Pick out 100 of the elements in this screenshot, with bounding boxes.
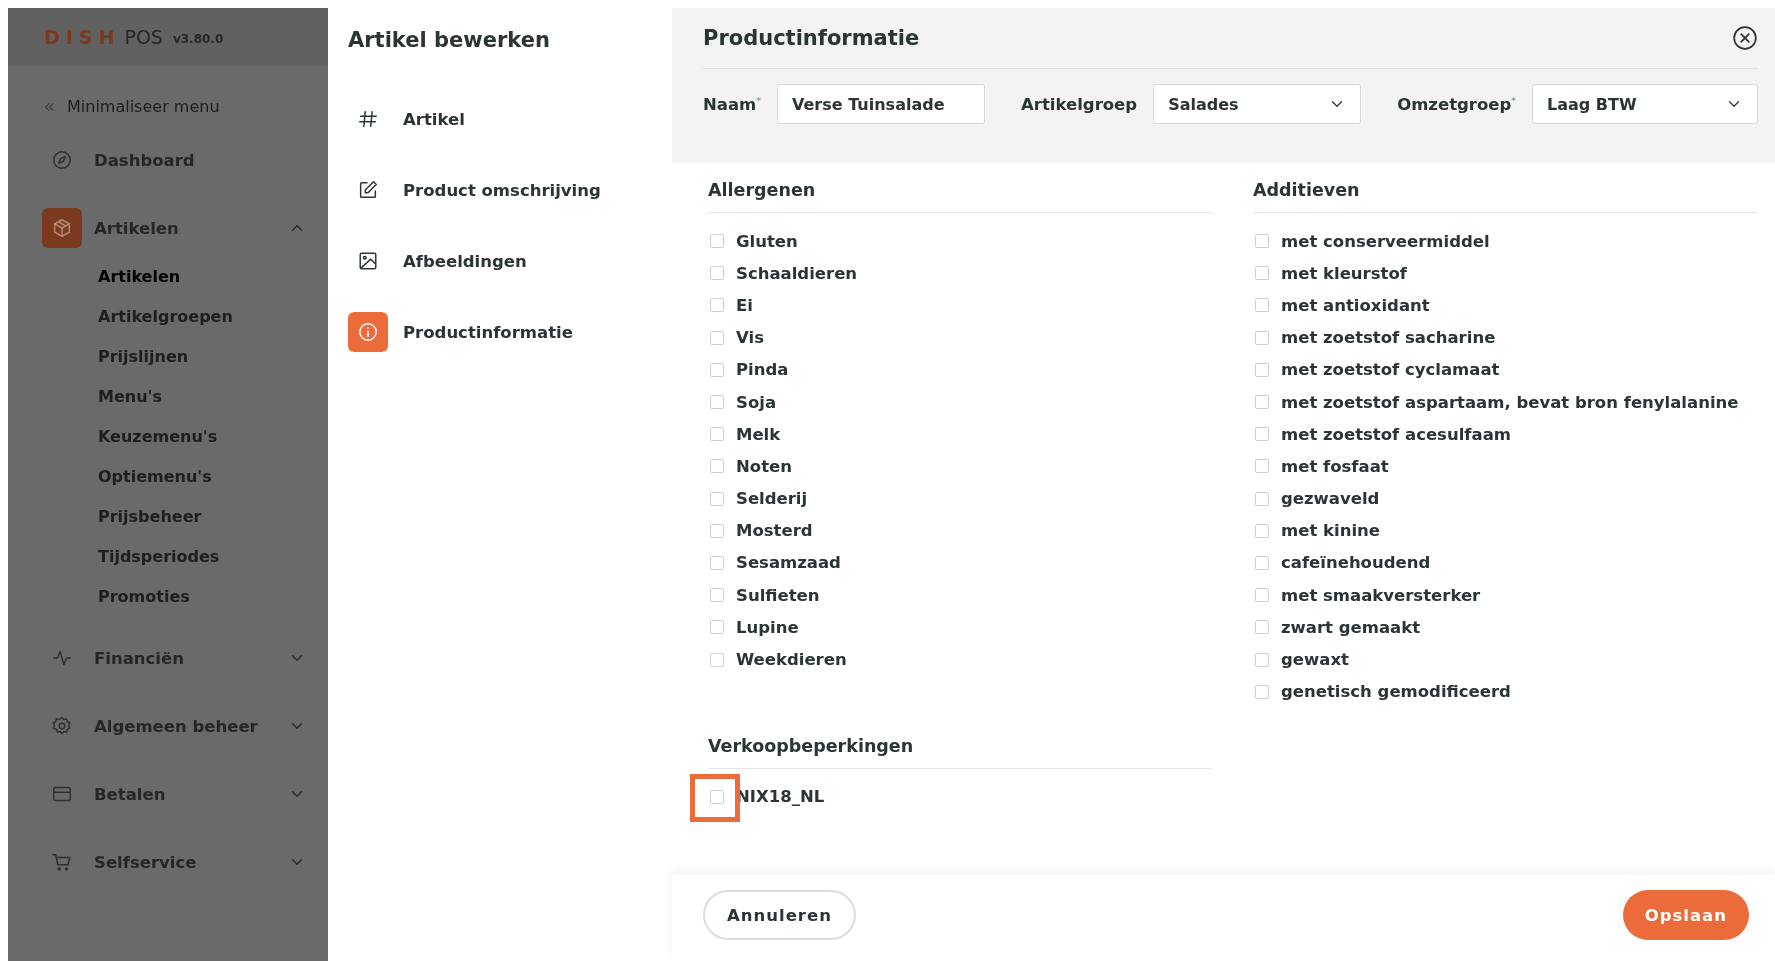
version-label: v3.80.0 bbox=[172, 32, 224, 46]
checkbox[interactable] bbox=[710, 588, 724, 603]
section-heading: Allergenen bbox=[708, 180, 1212, 213]
checkbox[interactable] bbox=[710, 620, 724, 635]
select-dropdown[interactable]: Salades bbox=[1153, 84, 1362, 124]
checkbox-label: Pinda bbox=[736, 360, 789, 380]
cart-icon bbox=[51, 851, 73, 873]
sidebar-item[interactable]: Betalen bbox=[42, 774, 306, 814]
checkbox-label: met fosfaat bbox=[1281, 456, 1389, 476]
checkbox-label: met kinine bbox=[1281, 521, 1380, 541]
save-button[interactable]: Opslaan bbox=[1622, 890, 1749, 940]
brand-name: DISH bbox=[44, 26, 121, 48]
checkbox[interactable] bbox=[1255, 684, 1269, 699]
checkbox[interactable] bbox=[710, 652, 724, 667]
checkbox-label: Weekdieren bbox=[736, 650, 847, 670]
checkbox-label: Sesamzaad bbox=[736, 553, 841, 573]
sidebar-item[interactable]: Selfservice bbox=[42, 842, 306, 882]
section-heading: Additieven bbox=[1253, 180, 1757, 213]
checkbox[interactable] bbox=[710, 459, 724, 474]
close-button[interactable] bbox=[1732, 25, 1758, 51]
checkbox-label: gewaxt bbox=[1281, 650, 1349, 670]
checkbox[interactable] bbox=[1255, 555, 1269, 570]
checkbox[interactable] bbox=[1255, 523, 1269, 538]
checkbox-label: met antioxidant bbox=[1281, 295, 1430, 315]
checkbox[interactable] bbox=[710, 491, 724, 506]
section-tab[interactable]: Product omschrijving bbox=[348, 170, 652, 210]
checkbox[interactable] bbox=[1255, 266, 1269, 281]
checkbox[interactable] bbox=[1255, 234, 1269, 249]
checkbox[interactable] bbox=[710, 298, 724, 313]
checkbox-label: zwart gemaakt bbox=[1281, 617, 1421, 637]
checkbox-label: Soja bbox=[736, 392, 776, 412]
checkbox[interactable] bbox=[1255, 395, 1269, 410]
checkbox[interactable] bbox=[1255, 620, 1269, 635]
checkbox[interactable] bbox=[1255, 491, 1269, 506]
field-label: Naam$^{*}$ bbox=[703, 94, 761, 114]
edit-icon bbox=[357, 179, 379, 201]
checkbox-label: met smaakversterker bbox=[1281, 585, 1481, 605]
checkbox-label: Selderij bbox=[736, 489, 808, 509]
checkbox[interactable] bbox=[1255, 652, 1269, 667]
select-dropdown[interactable]: Laag BTW bbox=[1532, 84, 1758, 124]
checkbox[interactable] bbox=[1255, 588, 1269, 603]
section-tab[interactable]: Artikel bbox=[348, 99, 652, 139]
section-tab[interactable]: Productinformatie bbox=[348, 312, 652, 352]
checkbox-label: Vis bbox=[736, 328, 764, 348]
field-label: Artikelgroep bbox=[1021, 94, 1138, 114]
field-label: Omzetgroep$^{*}$ bbox=[1397, 94, 1517, 114]
panel-title: Productinformatie bbox=[703, 26, 920, 50]
checkbox[interactable] bbox=[1255, 330, 1269, 345]
checkbox[interactable] bbox=[710, 555, 724, 570]
submenu-item[interactable]: Artikelgroepen bbox=[98, 296, 328, 336]
cancel-button[interactable]: Annuleren bbox=[703, 890, 856, 940]
gear-icon bbox=[51, 715, 73, 737]
checkbox[interactable] bbox=[710, 789, 724, 804]
checkbox[interactable] bbox=[710, 395, 724, 410]
checkbox[interactable] bbox=[710, 266, 724, 281]
checkbox[interactable] bbox=[710, 427, 724, 442]
checkbox-label: Sulfieten bbox=[736, 585, 820, 605]
checkbox-label: Lupine bbox=[736, 617, 799, 637]
checkbox[interactable] bbox=[710, 523, 724, 538]
submenu-item[interactable]: Promoties bbox=[98, 576, 328, 616]
submenu-item[interactable]: Artikelen bbox=[98, 256, 328, 296]
checkbox[interactable] bbox=[1255, 298, 1269, 313]
sidebar-item[interactable]: Algemeen beheer bbox=[42, 706, 306, 746]
compass-icon bbox=[51, 149, 73, 171]
sidebar-item[interactable]: Financiën bbox=[42, 638, 306, 678]
submenu-item[interactable]: Optiemenu's bbox=[98, 456, 328, 496]
checkbox[interactable] bbox=[1255, 362, 1269, 377]
checkbox-label: gezwaveld bbox=[1281, 489, 1380, 509]
close-icon bbox=[1732, 25, 1758, 51]
submenu-item[interactable]: Prijsbeheer bbox=[98, 496, 328, 536]
sidebar-item[interactable]: Artikelen bbox=[42, 208, 306, 248]
checkbox[interactable] bbox=[710, 362, 724, 377]
checkbox-label: met zoetstof acesulfaam bbox=[1281, 424, 1511, 444]
checkbox-label: met zoetstof cyclamaat bbox=[1281, 360, 1500, 380]
submenu-item[interactable]: Tijdsperiodes bbox=[98, 536, 328, 576]
editor-title: Artikel bewerken bbox=[348, 28, 551, 54]
hash-icon bbox=[357, 108, 379, 130]
minimize-menu-link[interactable]: Minimaliseer menu bbox=[67, 97, 220, 116]
sidebar-item[interactable]: Dashboard bbox=[42, 140, 306, 180]
checkbox-label: Mosterd bbox=[736, 521, 813, 541]
section-heading: Verkoopbeperkingen bbox=[708, 735, 1212, 769]
box-icon bbox=[51, 217, 73, 239]
checkbox[interactable] bbox=[1255, 459, 1269, 474]
product-name: POS bbox=[124, 26, 163, 48]
checkbox-label: Noten bbox=[736, 456, 792, 476]
checkbox-label: Ei bbox=[736, 295, 753, 315]
submenu-item[interactable]: Menu's bbox=[98, 376, 328, 416]
image-icon bbox=[357, 250, 379, 272]
checkbox-label: met kleurstof bbox=[1281, 263, 1407, 283]
checkbox-label: met conserveermiddel bbox=[1281, 231, 1490, 251]
checkbox-label: Melk bbox=[736, 424, 781, 444]
checkbox[interactable] bbox=[1255, 427, 1269, 442]
checkbox[interactable] bbox=[710, 330, 724, 345]
section-tab[interactable]: Afbeeldingen bbox=[348, 241, 652, 281]
name-input[interactable]: Verse Tuinsalade bbox=[777, 84, 985, 124]
checkbox-label: cafeïnehoudend bbox=[1281, 553, 1431, 573]
checkbox[interactable] bbox=[710, 234, 724, 249]
checkbox-label: genetisch gemodificeerd bbox=[1281, 682, 1511, 702]
submenu-item[interactable]: Keuzemenu's bbox=[98, 416, 328, 456]
submenu-item[interactable]: Prijslijnen bbox=[98, 336, 328, 376]
